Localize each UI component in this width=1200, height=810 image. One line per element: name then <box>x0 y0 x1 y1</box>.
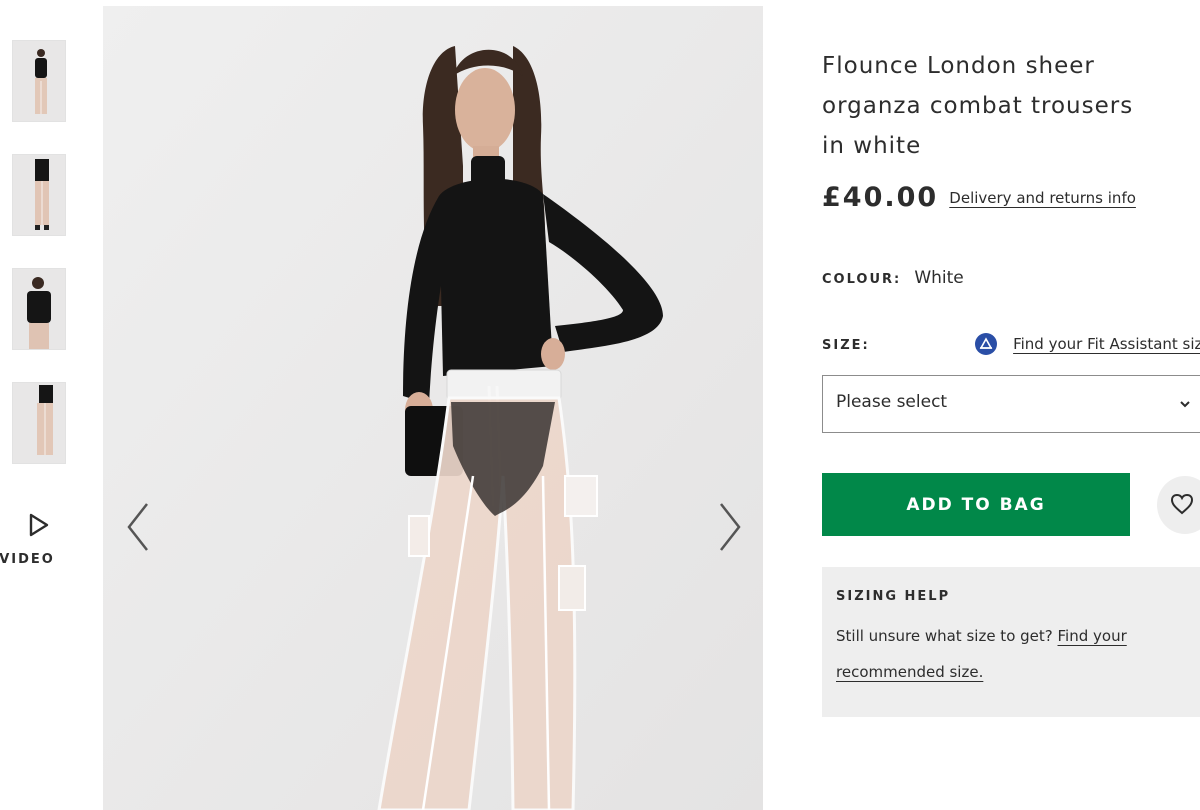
delivery-returns-link[interactable]: Delivery and returns info <box>949 189 1136 207</box>
video-label: VIDEO <box>0 552 55 567</box>
play-icon <box>29 513 49 537</box>
thumbnail-4-image <box>13 383 65 463</box>
chevron-right-icon[interactable] <box>715 500 745 554</box>
product-title: Flounce London sheer organza combat trou… <box>822 53 1134 159</box>
size-select-value: Please select <box>836 392 948 412</box>
model-photo <box>103 6 763 810</box>
chevron-down-icon <box>1180 401 1190 408</box>
fit-assistant-link[interactable]: Find your Fit Assistant size <box>974 332 1200 356</box>
colour-value: White <box>914 268 964 288</box>
size-select[interactable]: Please select <box>822 375 1200 433</box>
thumbnail-1-image <box>13 41 65 121</box>
fit-assistant-icon <box>975 333 997 355</box>
thumbnail-1[interactable] <box>12 40 66 122</box>
video-button[interactable]: VIDEO <box>0 512 74 567</box>
thumbnail-3[interactable] <box>12 268 66 350</box>
colour-label: COLOUR: <box>822 272 902 287</box>
wishlist-button[interactable] <box>1157 476 1200 534</box>
sizing-help-body: Still unsure what size to get? Find your… <box>836 618 1146 690</box>
product-details: Flounce London sheer organza combat trou… <box>822 46 1200 717</box>
sizing-help-text: Still unsure what size to get? <box>836 627 1053 645</box>
heart-icon <box>1170 493 1194 515</box>
size-label: SIZE: <box>822 338 870 353</box>
add-to-bag-button[interactable]: ADD TO BAG <box>822 473 1130 536</box>
chevron-left-icon[interactable] <box>123 500 153 554</box>
size-row: SIZE: Find your Fit Assistant size <box>822 332 1200 356</box>
thumbnail-3-image <box>13 269 65 349</box>
product-page: VIDEO Flounce London sheer organza comba… <box>0 0 1200 810</box>
fit-assistant-label: Find your Fit Assistant size <box>1013 335 1200 353</box>
thumbnail-2[interactable] <box>12 154 66 236</box>
price-row: £40.00 Delivery and returns info <box>822 182 1136 213</box>
thumbnail-4[interactable] <box>12 382 66 464</box>
thumbnail-2-image <box>13 155 65 235</box>
sizing-help-heading: SIZING HELP <box>836 589 951 604</box>
product-price: £40.00 <box>822 182 939 213</box>
main-product-image <box>103 6 763 810</box>
colour-row: COLOUR: White <box>822 268 964 288</box>
sizing-help-panel: SIZING HELP Still unsure what size to ge… <box>822 567 1200 717</box>
